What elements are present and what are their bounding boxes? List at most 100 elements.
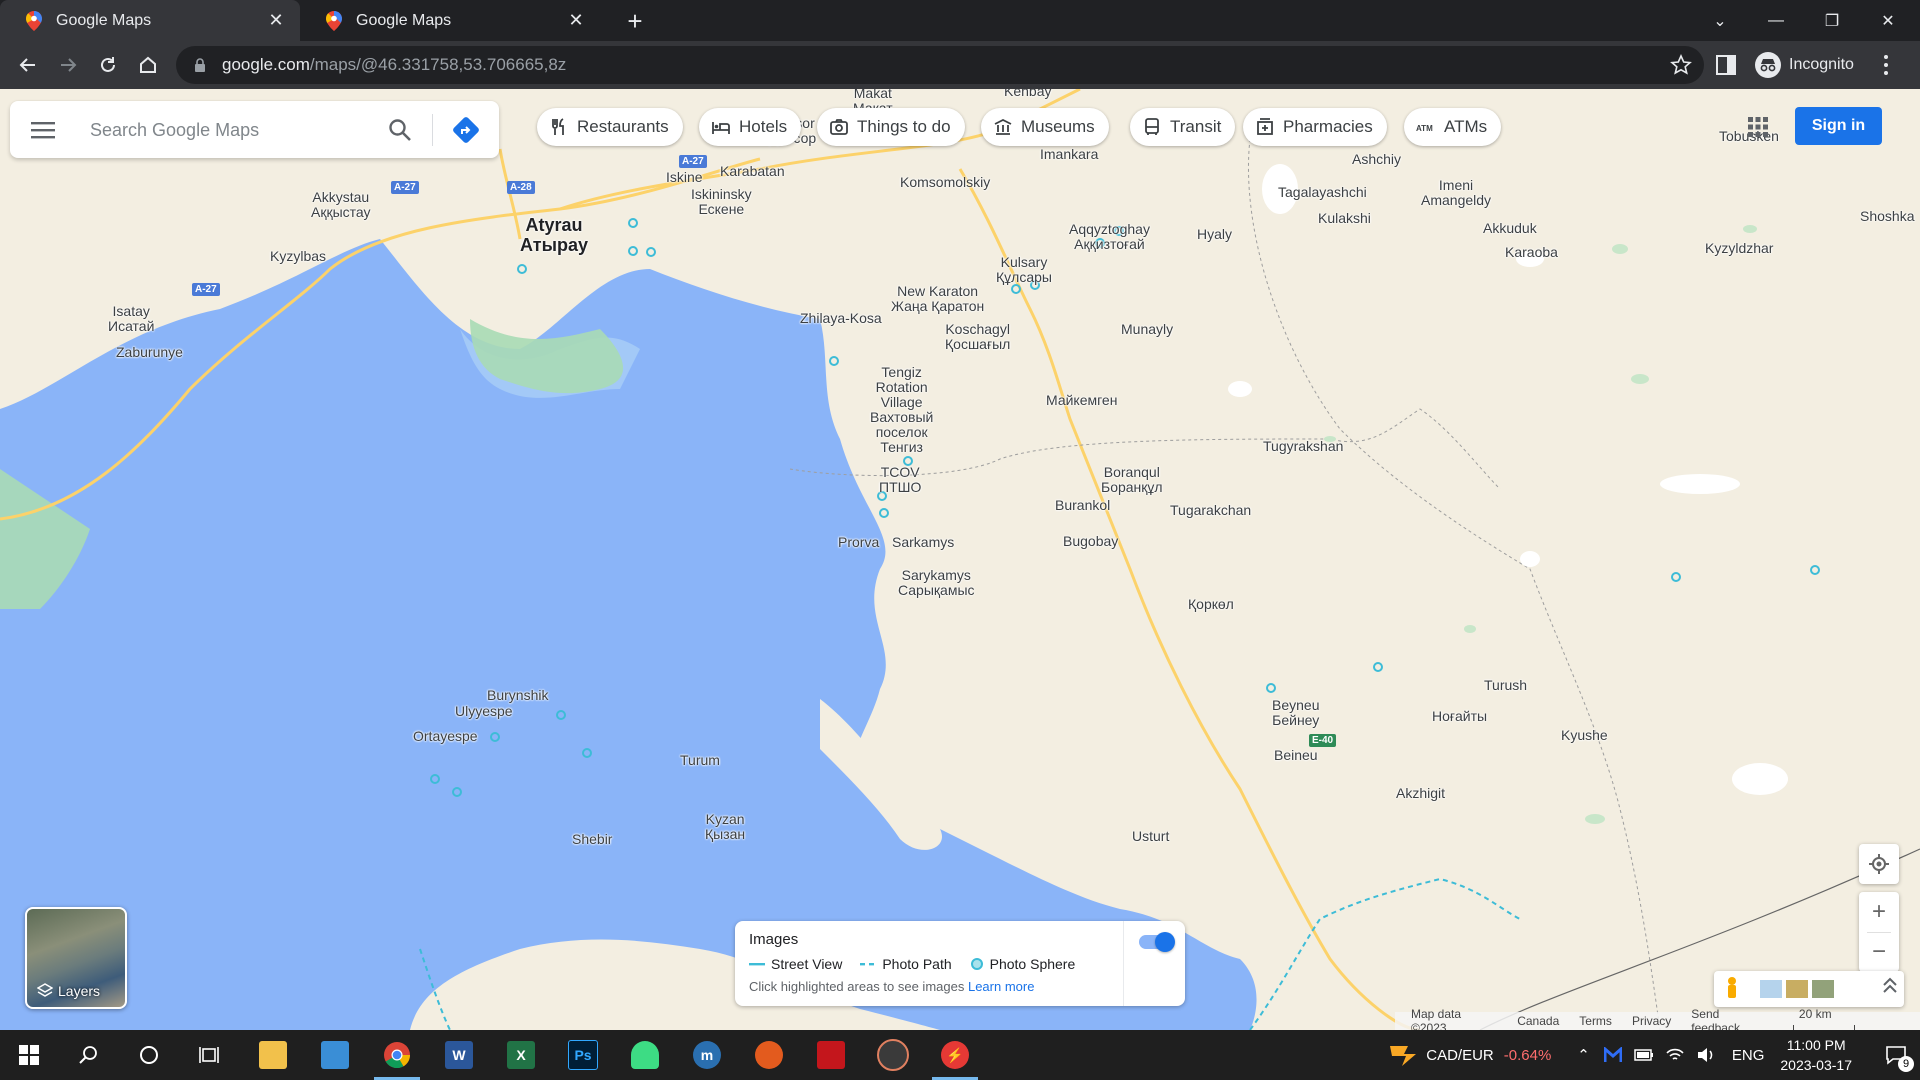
place-label[interactable]: Tugyrakshan	[1263, 439, 1343, 454]
place-label[interactable]: Shoshka	[1860, 209, 1914, 224]
incognito-profile-button[interactable]: Incognito	[1755, 50, 1854, 80]
region-link[interactable]: Canada	[1517, 1014, 1559, 1028]
taskbar-app-file-explorer[interactable]	[244, 1030, 302, 1080]
map-tiles[interactable]	[0, 89, 1920, 1030]
taskbar-app-word[interactable]: W	[430, 1030, 488, 1080]
tray-overflow-icon[interactable]: ⌃	[1577, 1046, 1590, 1064]
place-label[interactable]: Kyzan Қызан	[705, 812, 745, 842]
place-label[interactable]: Koschagyl Қосшағыл	[945, 322, 1010, 352]
chip-museums[interactable]: Museums	[981, 108, 1109, 146]
taskbar-app-toolbox[interactable]	[802, 1030, 860, 1080]
system-clock[interactable]: 11:00 PM 2023-03-17	[1780, 1035, 1852, 1075]
place-label[interactable]: Burynshik	[487, 688, 548, 703]
tab-search-icon[interactable]: ⌄	[1692, 0, 1748, 41]
place-label[interactable]: Zhilaya-Kosa	[800, 311, 882, 326]
lock-icon[interactable]	[192, 57, 208, 73]
place-label[interactable]: Beyneu Бейнеу	[1272, 698, 1319, 728]
back-button[interactable]	[12, 49, 44, 81]
start-button[interactable]	[0, 1030, 58, 1080]
place-label[interactable]: Akzhigit	[1396, 786, 1445, 801]
place-label[interactable]: New Karaton Жаңа Қаратон	[891, 284, 984, 314]
place-label[interactable]: Usturt	[1132, 829, 1169, 844]
zoom-out-button[interactable]: −	[1859, 932, 1899, 972]
map-canvas[interactable]: Makat Мақат Kenbay Dossor Доссор Iskine …	[0, 89, 1920, 1030]
taskbar-app-flash[interactable]: ⚡	[926, 1030, 984, 1080]
taskbar-app-chrome[interactable]	[368, 1030, 426, 1080]
place-label[interactable]: Karaoba	[1505, 245, 1558, 260]
tab-close-icon[interactable]: ✕	[262, 7, 290, 35]
place-label[interactable]: Ortayespe	[413, 729, 478, 744]
place-label[interactable]: Imankara	[1040, 147, 1098, 162]
layers-button[interactable]: Layers	[25, 907, 127, 1009]
place-label[interactable]: Kyzyldzhar	[1705, 241, 1773, 256]
place-label[interactable]: Kyushe	[1561, 728, 1608, 743]
taskbar-app-media[interactable]	[740, 1030, 798, 1080]
close-window-button[interactable]: ✕	[1860, 0, 1916, 41]
browser-tab[interactable]: Google Maps ✕	[300, 0, 600, 41]
taskbar-app-android[interactable]	[616, 1030, 674, 1080]
place-label[interactable]: Майкемген	[1046, 393, 1117, 408]
privacy-link[interactable]: Privacy	[1632, 1014, 1671, 1028]
bookmark-star-icon[interactable]	[1670, 54, 1692, 76]
place-label[interactable]: Hyaly	[1197, 227, 1232, 242]
place-label[interactable]: Ноғайты	[1432, 709, 1487, 724]
place-label[interactable]: Karabatan	[720, 164, 785, 179]
battery-icon[interactable]	[1634, 1049, 1654, 1061]
place-label[interactable]: Tengiz Rotation Village Вахтовый поселок…	[870, 365, 933, 455]
cortana-button[interactable]	[120, 1030, 178, 1080]
place-label[interactable]: Kulakshi	[1318, 211, 1371, 226]
taskbar-app-excel[interactable]: X	[492, 1030, 550, 1080]
tab-close-icon[interactable]: ✕	[562, 7, 590, 35]
action-center-button[interactable]: 9	[1872, 1030, 1920, 1080]
place-label[interactable]: Bugobay	[1063, 534, 1118, 549]
chip-pharmacies[interactable]: Pharmacies	[1243, 108, 1387, 146]
taskbar-app-photoshop[interactable]: Ps	[554, 1030, 612, 1080]
place-label[interactable]: Iskininsky Ескене	[691, 187, 752, 217]
chip-things-to-do[interactable]: Things to do	[817, 108, 965, 146]
place-label[interactable]: Turum	[680, 753, 720, 768]
search-icon[interactable]	[387, 117, 413, 143]
place-label[interactable]: Sarykamys Сарықамыс	[898, 568, 975, 598]
place-label[interactable]: Imeni Amangeldy	[1421, 178, 1491, 208]
taskbar-app-mu[interactable]: m	[678, 1030, 736, 1080]
place-label[interactable]: Akkuduk	[1483, 221, 1537, 236]
place-label[interactable]: Iskine	[666, 170, 703, 185]
place-label[interactable]: Қоркөл	[1188, 597, 1234, 612]
home-button[interactable]	[132, 49, 164, 81]
minimize-button[interactable]: —	[1748, 0, 1804, 41]
place-label[interactable]: Tagalayashchi	[1278, 185, 1367, 200]
reload-button[interactable]	[92, 49, 124, 81]
restore-button[interactable]: ❐	[1804, 0, 1860, 41]
place-label[interactable]: Akkystau Аққыстау	[311, 190, 371, 220]
forward-button[interactable]	[52, 49, 84, 81]
place-label[interactable]: Burankol	[1055, 498, 1110, 513]
taskbar-search-button[interactable]	[60, 1030, 118, 1080]
chip-transit[interactable]: Transit	[1130, 108, 1236, 146]
browser-tab-active[interactable]: Google Maps ✕	[0, 0, 300, 41]
place-label[interactable]: Kyzylbas	[270, 249, 326, 264]
place-label[interactable]: Isatay Исатай	[108, 304, 154, 334]
side-panel-icon[interactable]	[1716, 54, 1736, 76]
google-apps-icon[interactable]	[1747, 116, 1769, 138]
directions-icon[interactable]	[451, 115, 481, 145]
place-label-city[interactable]: Atyrau Атырау	[520, 215, 588, 255]
taskbar-app-control-panel[interactable]	[306, 1030, 364, 1080]
browser-menu-icon[interactable]	[1882, 53, 1890, 77]
place-label[interactable]: Boranqul Боранқұл	[1101, 465, 1163, 495]
my-location-button[interactable]	[1859, 844, 1899, 884]
place-label[interactable]: Beineu	[1274, 748, 1318, 763]
task-view-button[interactable]	[180, 1030, 238, 1080]
place-label[interactable]: Zaburunye	[116, 345, 183, 360]
input-language[interactable]: ENG	[1732, 1047, 1765, 1064]
place-label[interactable]: Kulsary Құлсары	[996, 255, 1052, 285]
ticker-label[interactable]: CAD/EUR	[1426, 1047, 1494, 1064]
address-bar[interactable]: google.com/maps/@46.331758,53.706665,8z	[176, 46, 1704, 84]
place-label[interactable]: Aqqyztoghay Аққизтоғай	[1069, 222, 1150, 252]
place-label[interactable]: TCOV ПТШО	[879, 465, 921, 495]
new-tab-button[interactable]: +	[620, 6, 650, 36]
place-label[interactable]: Kenbay	[1004, 89, 1051, 99]
malwarebytes-icon[interactable]	[1603, 1047, 1622, 1063]
place-label[interactable]: Turush	[1484, 678, 1527, 693]
place-label[interactable]: Komsomolskiy	[900, 175, 990, 190]
send-feedback-link[interactable]: Send feedback	[1691, 1007, 1769, 1030]
